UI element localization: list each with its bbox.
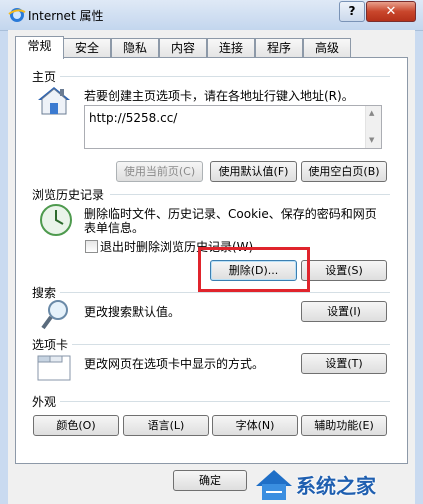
fonts-button[interactable]: 字体(N) — [212, 415, 298, 436]
tabs-settings-button[interactable]: 设置(T) — [301, 353, 387, 374]
home-section-label: 主页 — [32, 70, 57, 84]
scroll-up-icon: ▲ — [369, 109, 375, 117]
history-clock-icon — [40, 204, 72, 236]
watermark-text: 系统之家 — [296, 474, 376, 498]
tabs-description: 更改网页在选项卡中显示的方式。 — [84, 357, 265, 371]
home-url-input[interactable]: http://5258.cc/ ▲ ▼ — [84, 105, 382, 149]
accessibility-button[interactable]: 辅助功能(E) — [301, 415, 387, 436]
history-description-2: 表单信息。 — [84, 221, 145, 235]
use-default-button[interactable]: 使用默认值(F) — [210, 161, 297, 182]
languages-button[interactable]: 语言(L) — [123, 415, 209, 436]
home-description: 若要创建主页选项卡，请在各地址行键入地址(R)。 — [84, 89, 354, 103]
history-section-label: 浏览历史记录 — [32, 188, 105, 202]
watermark-logo: 系统之家 — [252, 462, 423, 504]
home-url-value: http://5258.cc/ — [89, 111, 178, 125]
highlight-box — [198, 247, 310, 292]
tabs-section-label: 选项卡 — [32, 338, 69, 352]
search-settings-button[interactable]: 设置(I) — [301, 301, 387, 322]
home-icon — [38, 87, 70, 115]
history-settings-button[interactable]: 设置(S) — [301, 260, 387, 281]
tabs-icon — [37, 355, 71, 381]
divider — [60, 401, 390, 402]
divider — [110, 194, 390, 195]
scroll-down-icon: ▼ — [369, 136, 375, 144]
delete-on-exit-checkbox[interactable] — [85, 240, 98, 253]
divider — [72, 344, 390, 345]
search-icon — [41, 300, 68, 330]
divider — [60, 292, 390, 293]
divider — [60, 76, 390, 77]
search-description: 更改搜索默认值。 — [84, 305, 181, 319]
appearance-section-label: 外观 — [32, 395, 57, 409]
ok-button[interactable]: 确定 — [173, 470, 247, 491]
scrollbar[interactable]: ▲ ▼ — [365, 106, 381, 148]
colors-button[interactable]: 颜色(O) — [33, 415, 119, 436]
use-current-button[interactable]: 使用当前页(C) — [116, 161, 203, 182]
use-blank-button[interactable]: 使用空白页(B) — [301, 161, 387, 182]
